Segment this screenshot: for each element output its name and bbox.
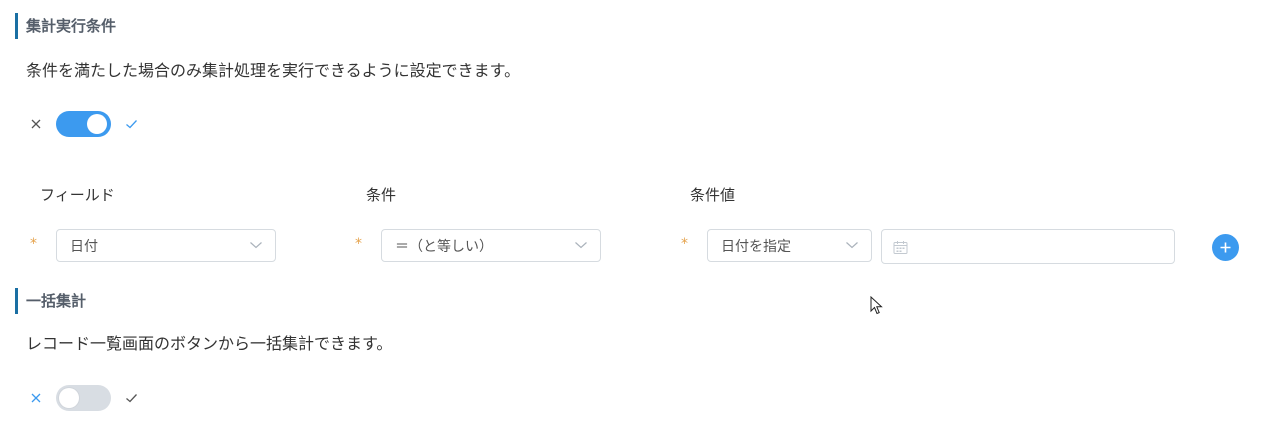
column-label-value: 条件値	[690, 186, 736, 204]
operator-select-value: ＝（と等しい）	[395, 238, 493, 255]
operator-select[interactable]: ＝（と等しい）	[381, 229, 601, 262]
section-title-aggregation-condition: 集計実行条件	[15, 13, 116, 39]
condition-toggle-row	[28, 111, 139, 137]
bulk-toggle-switch[interactable]	[56, 385, 111, 411]
section-description-aggregation-condition: 条件を満たした場合のみ集計処理を実行できるように設定できます。	[26, 61, 521, 80]
required-mark-field: *	[30, 236, 37, 252]
add-condition-button[interactable]	[1212, 234, 1239, 261]
toggle-knob	[87, 114, 107, 134]
chevron-down-icon	[575, 242, 587, 249]
value-type-select[interactable]: 日付を指定	[707, 229, 872, 262]
toggle-knob	[59, 388, 79, 408]
calendar-icon	[893, 241, 908, 254]
chevron-down-icon	[250, 242, 262, 249]
close-icon	[28, 390, 44, 406]
check-icon	[123, 116, 139, 132]
mouse-cursor-icon	[870, 296, 883, 315]
column-label-field: フィールド	[40, 186, 115, 204]
required-mark-value: *	[681, 236, 688, 252]
required-mark-condition: *	[355, 236, 362, 252]
column-label-condition: 条件	[366, 186, 397, 204]
check-icon	[123, 390, 139, 406]
section-title-bulk-aggregation: 一括集計	[15, 288, 86, 314]
condition-toggle-switch[interactable]	[56, 111, 111, 137]
plus-icon	[1220, 242, 1231, 253]
field-select-value: 日付	[70, 238, 98, 255]
field-select[interactable]: 日付	[56, 229, 276, 262]
bulk-toggle-row	[28, 385, 139, 411]
chevron-down-icon	[846, 242, 858, 249]
settings-page: 集計実行条件 条件を満たした場合のみ集計処理を実行できるように設定できます。 フ…	[0, 0, 1285, 428]
section-description-bulk-aggregation: レコード一覧画面のボタンから一括集計できます。	[26, 334, 393, 353]
date-input[interactable]	[881, 229, 1175, 264]
close-icon	[28, 116, 44, 132]
value-type-select-value: 日付を指定	[721, 238, 791, 255]
